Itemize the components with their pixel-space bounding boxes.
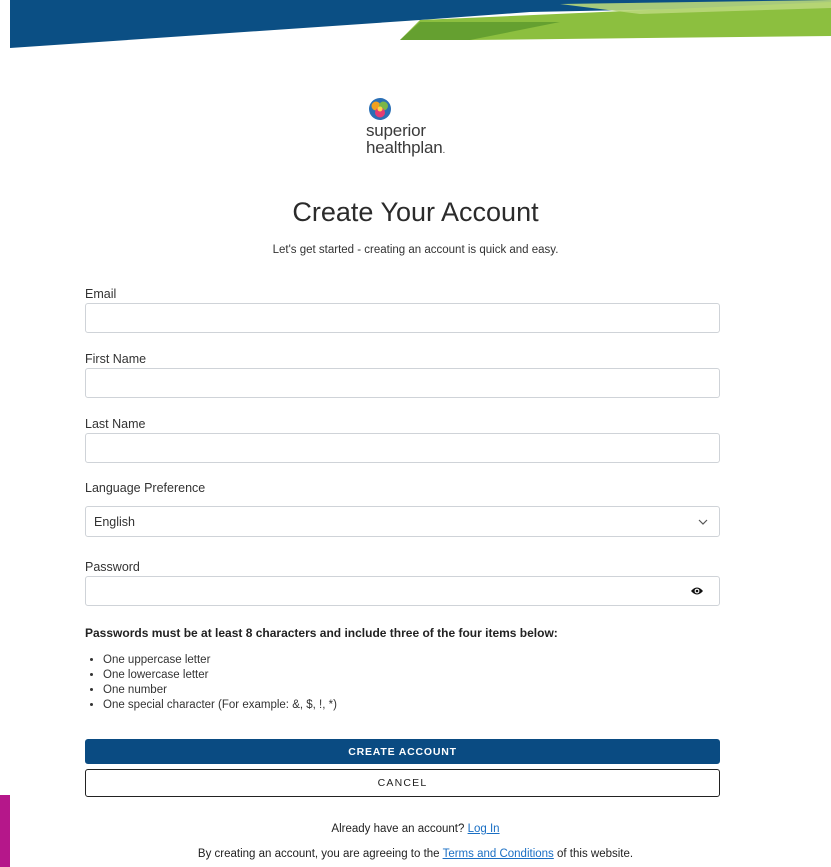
superior-healthplan-logo: superior healthplan. [366,97,476,177]
email-field[interactable] [85,303,720,333]
list-item: One special character (For example: &, $… [103,698,337,713]
cancel-button[interactable]: CANCEL [85,769,720,797]
login-prompt-line: Already have an account? Log In [0,823,831,835]
list-item: One number [103,683,337,698]
language-selected-value: English [94,515,135,529]
terms-line: By creating an account, you are agreeing… [0,848,831,860]
eye-icon[interactable] [690,585,704,597]
logo-line-healthplan: healthplan. [366,138,446,157]
first-name-field[interactable] [85,368,720,398]
password-label: Password [85,560,140,574]
login-prompt-text: Already have an account? [331,823,465,835]
family-logo-icon [369,98,391,120]
header-banner [0,0,831,48]
first-name-label: First Name [85,352,147,366]
logo-line-superior: superior [366,121,426,140]
language-select[interactable]: English [85,506,720,537]
password-field[interactable] [85,576,720,606]
last-name-field[interactable] [85,433,720,463]
password-rules-list: One uppercase letter One lowercase lette… [85,653,337,713]
last-name-label: Last Name [85,417,146,431]
logo-wordmark: superior healthplan. [366,122,476,159]
page-title: Create Your Account [292,197,539,227]
terms-prefix-text: By creating an account, you are agreeing… [197,848,440,860]
terms-suffix-text: of this website. [557,848,634,860]
chevron-down-icon [698,519,708,525]
terms-link[interactable]: Terms and Conditions [443,848,554,860]
list-item: One uppercase letter [103,653,337,668]
password-rules-heading: Passwords must be at least 8 characters … [85,626,558,640]
list-item: One lowercase letter [103,668,337,683]
create-account-button[interactable]: CREATE ACCOUNT [85,739,720,764]
login-link[interactable]: Log In [468,823,500,835]
email-label: Email [85,287,117,301]
language-label: Language Preference [85,481,206,495]
page-subtitle: Let's get started - creating an account … [272,244,559,256]
